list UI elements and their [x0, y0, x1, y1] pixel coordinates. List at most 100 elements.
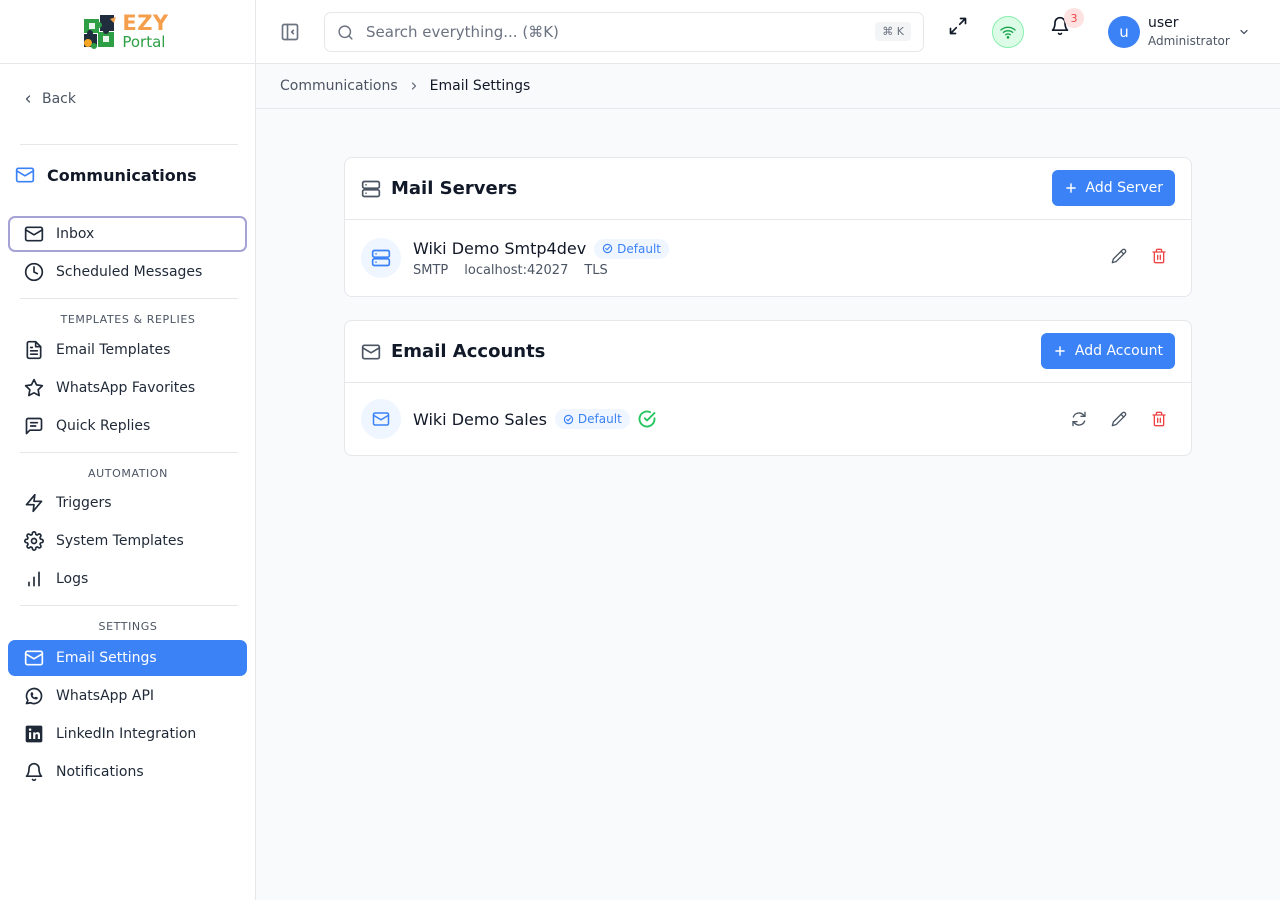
account-avatar [361, 399, 401, 439]
sidebar-item-label: Inbox [56, 226, 95, 242]
avatar[interactable]: u [1108, 16, 1140, 48]
sidebar-item-scheduled-messages[interactable]: Scheduled Messages [8, 254, 247, 290]
trash-icon [1152, 411, 1166, 427]
ezy-portal-logo[interactable]: EZY Portal [80, 13, 168, 51]
email-accounts-title: Email Accounts [391, 341, 546, 362]
mail-icon [24, 650, 44, 666]
group-label-settings: SETTINGS [98, 620, 158, 633]
search-input[interactable]: Search everything... (⌘K) ⌘ K [324, 12, 924, 52]
edit-server-button[interactable] [1111, 248, 1127, 264]
sidebar-item-quick-replies[interactable]: Quick Replies [8, 408, 247, 444]
back-label: Back [42, 91, 76, 107]
plus-icon [1065, 183, 1076, 193]
section-title: Communications [15, 165, 197, 185]
chevron-right-icon [411, 82, 416, 90]
email-accounts-card: Email Accounts Add Account Wiki Demo Sal… [344, 320, 1192, 456]
sidebar-item-notifications[interactable]: Notifications [8, 754, 247, 790]
star-icon [24, 378, 44, 397]
server-icon [371, 249, 391, 267]
sidebar-item-logs[interactable]: Logs [8, 561, 247, 597]
sidebar-item-whatsapp-favorites[interactable]: WhatsApp Favorites [8, 370, 247, 406]
search-icon [338, 24, 353, 40]
clock-icon [24, 262, 44, 282]
wifi-icon [1000, 26, 1016, 39]
pencil-icon [1111, 411, 1127, 427]
default-badge-label: Default [617, 241, 662, 256]
delete-server-button[interactable] [1151, 248, 1167, 264]
group-label-templates: TEMPLATES & REPLIES [60, 313, 196, 326]
add-account-button[interactable]: Add Account [1040, 333, 1175, 369]
breadcrumb-parent[interactable]: Communications [280, 78, 398, 94]
back-link[interactable]: Back [22, 91, 76, 107]
add-account-label: Add Account [1074, 343, 1163, 359]
sidebar-item-label: Logs [56, 571, 89, 587]
server-security: TLS [584, 262, 608, 278]
fullscreen-button[interactable] [948, 16, 968, 36]
file-text-icon [26, 340, 42, 360]
sidebar-item-label: WhatsApp API [56, 688, 155, 704]
check-circle-icon [638, 410, 656, 428]
sidebar-item-inbox[interactable]: Inbox [8, 216, 247, 252]
sidebar-item-label: Triggers [56, 495, 112, 511]
divider [20, 452, 238, 453]
sidebar-item-label: Email Settings [56, 650, 157, 666]
panel-left-icon [281, 23, 299, 41]
sidebar-item-linkedin-integration[interactable]: LinkedIn Integration [8, 716, 247, 752]
server-protocol: SMTP [413, 262, 449, 278]
sidebar-item-label: WhatsApp Favorites [56, 380, 196, 396]
sidebar-item-system-templates[interactable]: System Templates [8, 523, 247, 559]
logo-title: EZY [122, 11, 169, 35]
list-item[interactable]: Wiki Demo Sales Default [345, 383, 1191, 455]
gear-icon [24, 531, 44, 551]
add-server-label: Add Server [1085, 180, 1163, 196]
logo-subtitle: Portal [122, 33, 166, 51]
linkedin-icon [25, 725, 43, 743]
refresh-icon [1072, 411, 1086, 427]
mail-icon [15, 167, 35, 183]
user-menu-toggle[interactable] [1238, 26, 1250, 38]
user-name[interactable]: user [1148, 15, 1179, 31]
maximize-icon [949, 17, 967, 35]
mail-servers-card: Mail Servers Add Server Wiki Demo Smtp4d… [344, 157, 1192, 297]
delete-account-button[interactable] [1151, 411, 1167, 427]
edit-account-button[interactable] [1111, 411, 1127, 427]
section-title-label: Communications [47, 165, 197, 185]
group-label-automation: AUTOMATION [88, 467, 168, 480]
list-item[interactable]: Wiki Demo Smtp4dev Default SMTP localhos… [345, 220, 1191, 296]
badge-check-icon [602, 243, 613, 254]
sidebar: EZY Portal Back Communications Inbox Sch… [0, 0, 256, 900]
divider [20, 298, 238, 299]
email-accounts-header: Email Accounts Add Account [345, 321, 1191, 383]
mail-icon [361, 344, 381, 359]
top-header: Search everything... (⌘K) ⌘ K 3 u user A… [256, 0, 1280, 64]
sync-account-button[interactable] [1071, 411, 1087, 427]
bar-chart-icon [28, 571, 40, 587]
puzzle-logo-icon [84, 14, 117, 49]
sidebar-item-label: Notifications [56, 764, 144, 780]
mail-icon [372, 412, 390, 426]
account-name: Wiki Demo Sales [413, 409, 547, 429]
add-server-button[interactable]: Add Server [1051, 170, 1175, 206]
connection-status-button[interactable] [992, 16, 1024, 48]
sidebar-toggle-button[interactable] [280, 22, 300, 42]
pencil-icon [1111, 248, 1127, 264]
server-name: Wiki Demo Smtp4dev [413, 239, 587, 258]
sidebar-item-whatsapp-api[interactable]: WhatsApp API [8, 678, 247, 714]
server-host: localhost:42027 [464, 262, 569, 278]
divider [20, 144, 238, 145]
server-avatar [361, 238, 401, 278]
plus-icon [1055, 346, 1065, 356]
breadcrumb: Communications Email Settings [256, 64, 1280, 109]
default-badge: Default [554, 409, 630, 429]
mail-icon [24, 226, 44, 242]
sidebar-item-email-templates[interactable]: Email Templates [8, 332, 247, 368]
shortcut-hint: ⌘ K [875, 22, 911, 41]
sidebar-item-email-settings[interactable]: Email Settings [8, 640, 247, 676]
sidebar-item-triggers[interactable]: Triggers [8, 485, 247, 521]
message-square-icon [25, 417, 43, 435]
sidebar-item-label: System Templates [56, 533, 184, 549]
notification-count-badge: 3 [1064, 8, 1084, 28]
divider [20, 605, 238, 606]
default-badge: Default [594, 238, 670, 259]
breadcrumb-current: Email Settings [429, 78, 531, 94]
